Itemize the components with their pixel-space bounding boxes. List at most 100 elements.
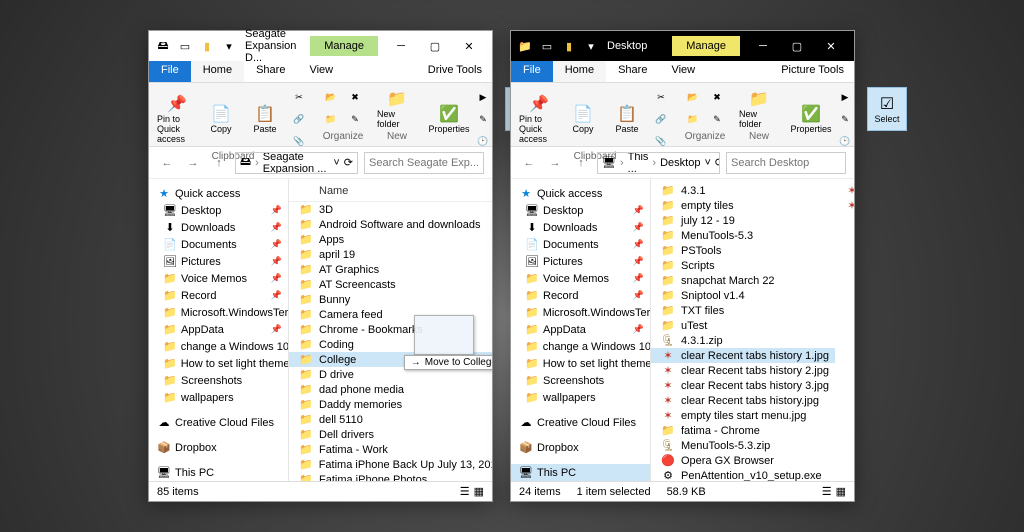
titlebar[interactable]: 📁 ▭ ▮ ▾ Desktop Manage ─ ▢ ✕ (511, 31, 854, 61)
tab-view[interactable]: View (659, 61, 707, 82)
nav-appdata[interactable]: 📁AppData📌 (511, 321, 650, 338)
nav-quick-access[interactable]: ★Quick access (149, 185, 288, 202)
file-item[interactable]: 📁Apps (289, 232, 492, 247)
file-item[interactable]: 📁PSTools (651, 243, 835, 258)
search-input[interactable] (726, 152, 846, 174)
minimize-button[interactable]: ─ (384, 31, 418, 61)
minimize-button[interactable]: ─ (746, 31, 780, 61)
nav-voicememos[interactable]: 📁Voice Memos📌 (511, 270, 650, 287)
file-item[interactable]: 📁empty tiles (651, 198, 835, 213)
context-tab-manage[interactable]: Manage (310, 36, 378, 56)
file-item[interactable]: ✶empty tiles start menu.jpg (651, 408, 835, 423)
refresh-icon[interactable]: ⟳ (715, 156, 720, 169)
column-header-name[interactable]: Name (289, 183, 492, 202)
view-details-icon[interactable]: ☰ (822, 485, 832, 498)
nav-changew10[interactable]: 📁change a Windows 10 PC n (149, 338, 288, 355)
refresh-icon[interactable]: ⟳ (344, 156, 353, 169)
nav-downloads[interactable]: ⬇Downloads📌 (149, 219, 288, 236)
copy-path-icon[interactable]: 🔗 (651, 109, 671, 129)
forward-button[interactable]: → (545, 153, 565, 173)
file-item[interactable]: ✶Testlio - Chrom (835, 183, 854, 198)
nav-desktop[interactable]: 🖥Desktop📌 (511, 202, 650, 219)
file-item[interactable]: 📁Dell drivers (289, 427, 492, 442)
cut-icon[interactable]: ✂ (651, 87, 671, 107)
nav-this-pc[interactable]: 🖥This PC (511, 464, 650, 481)
nav-wallpapers[interactable]: 📁wallpapers (149, 389, 288, 406)
delete-icon[interactable]: ✖ (345, 87, 365, 107)
file-item[interactable]: ✶clear Recent tabs history 3.jpg (651, 378, 835, 393)
up-button[interactable]: ↑ (571, 153, 591, 173)
file-item[interactable]: ✶clear Recent tabs history 1.jpg (651, 348, 835, 363)
new-folder-button[interactable]: 📁New folder (377, 87, 417, 131)
nav-record[interactable]: 📁Record📌 (511, 287, 650, 304)
paste-button[interactable]: 📋Paste (607, 97, 647, 141)
titlebar[interactable]: 🖴 ▭ ▮ ▾ Seagate Expansion D... Manage ─ … (149, 31, 492, 61)
nav-creative-cloud[interactable]: ☁Creative Cloud Files (511, 414, 650, 431)
move-to-icon[interactable]: 📂 (321, 87, 341, 107)
file-item[interactable]: 📁dell 5110 (289, 412, 492, 427)
tab-home[interactable]: Home (191, 61, 244, 82)
nav-record[interactable]: 📁Record📌 (149, 287, 288, 304)
nav-dropbox[interactable]: 📦Dropbox (149, 439, 288, 456)
nav-pictures[interactable]: 🖼Pictures📌 (511, 253, 650, 270)
file-item[interactable]: 📁4.3.1 (651, 183, 835, 198)
tab-drivetools[interactable]: Drive Tools (418, 61, 492, 82)
open-icon[interactable]: ▶ (473, 87, 493, 107)
file-list[interactable]: Name →Move to College 📁3D📁Android Softwa… (289, 179, 492, 481)
nav-mswinterm[interactable]: 📁Microsoft.WindowsTerm📌 (511, 304, 650, 321)
tab-file[interactable]: File (511, 61, 553, 82)
qat-properties-icon[interactable]: ▭ (539, 38, 555, 54)
qat-properties-icon[interactable]: ▭ (177, 38, 193, 54)
qat-newfolder-icon[interactable]: ▮ (199, 38, 215, 54)
nav-pictures[interactable]: 🖼Pictures📌 (149, 253, 288, 270)
view-large-icon[interactable]: ▦ (474, 485, 484, 498)
file-item[interactable]: ✶clear Recent tabs history.jpg (651, 393, 835, 408)
nav-appdata[interactable]: 📁AppData📌 (149, 321, 288, 338)
file-item[interactable]: 📁fatima - Chrome (651, 423, 835, 438)
qat-dropdown-icon[interactable]: ▾ (583, 38, 599, 54)
forward-button[interactable]: → (183, 153, 203, 173)
back-button[interactable]: ← (157, 153, 177, 173)
back-button[interactable]: ← (519, 153, 539, 173)
file-item[interactable]: 📁snapchat March 22 (651, 273, 835, 288)
new-folder-button[interactable]: 📁New folder (739, 87, 779, 131)
file-item[interactable]: 📁Fatima - Work (289, 442, 492, 457)
nav-documents[interactable]: 📄Documents📌 (511, 236, 650, 253)
copy-to-icon[interactable]: 📁 (321, 109, 341, 129)
nav-documents[interactable]: 📄Documents📌 (149, 236, 288, 253)
tab-file[interactable]: File (149, 61, 191, 82)
tab-share[interactable]: Share (244, 61, 297, 82)
nav-lighttheme[interactable]: 📁How to set light theme for a (149, 355, 288, 372)
close-button[interactable]: ✕ (814, 31, 848, 61)
file-item[interactable]: 📁Fatima iPhone Back Up July 13, 2016 (289, 457, 492, 472)
file-item[interactable]: ✶clear Recent tabs history 2.jpg (651, 363, 835, 378)
file-item[interactable]: 📁AT Graphics (289, 262, 492, 277)
file-item[interactable]: 📁july 12 - 19 (651, 213, 835, 228)
file-item[interactable]: 📁Sniptool v1.4 (651, 288, 835, 303)
breadcrumb[interactable]: 🖥 › This ... › Desktop ˅ ⟳ (597, 152, 720, 174)
dropdown-icon[interactable]: ˅ (333, 157, 339, 169)
pin-to-quick-access-button[interactable]: 📌Pin to Quick access (519, 97, 559, 141)
copy-to-icon[interactable]: 📁 (683, 109, 703, 129)
nav-downloads[interactable]: ⬇Downloads📌 (511, 219, 650, 236)
file-item[interactable]: 📁MenuTools-5.3 (651, 228, 835, 243)
nav-lighttheme[interactable]: 📁How to set light theme for a (511, 355, 650, 372)
maximize-button[interactable]: ▢ (418, 31, 452, 61)
file-item[interactable]: 📁Daddy memories (289, 397, 492, 412)
nav-quick-access[interactable]: ★Quick access (511, 185, 650, 202)
navigation-pane[interactable]: ★Quick access 🖥Desktop📌 ⬇Downloads📌 📄Doc… (149, 179, 289, 481)
rename-icon[interactable]: ✎ (707, 109, 727, 129)
search-input[interactable] (364, 152, 484, 174)
close-button[interactable]: ✕ (452, 31, 486, 61)
cut-icon[interactable]: ✂ (289, 87, 309, 107)
context-tab-manage[interactable]: Manage (672, 36, 740, 56)
tab-picturetools[interactable]: Picture Tools (771, 61, 854, 82)
file-item[interactable]: 📁dad phone media (289, 382, 492, 397)
nav-creative-cloud[interactable]: ☁Creative Cloud Files (149, 414, 288, 431)
file-item[interactable]: 📁Fatima iPhone Photos (289, 472, 492, 481)
nav-this-pc[interactable]: 🖥This PC (149, 464, 288, 481)
up-button[interactable]: ↑ (209, 153, 229, 173)
copy-button[interactable]: 📄Copy (563, 97, 603, 141)
view-details-icon[interactable]: ☰ (460, 485, 470, 498)
properties-button[interactable]: ✅Properties (791, 97, 831, 141)
